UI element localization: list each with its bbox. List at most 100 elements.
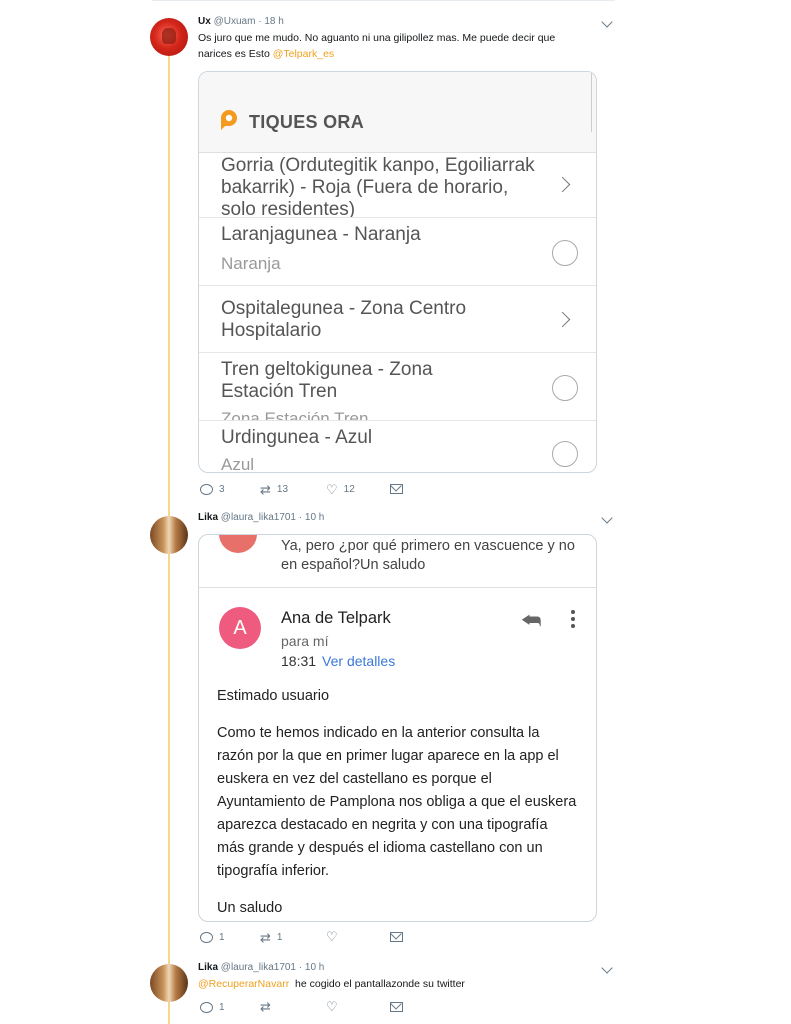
details-link[interactable]: Ver detalles bbox=[322, 653, 395, 669]
avatar[interactable] bbox=[150, 516, 188, 554]
telpark-screenshot[interactable]: TIQUES ORA Gorria (Ordutegitik kanpo, Eg… bbox=[198, 71, 597, 473]
tweet-text: @RecuperarNavarr he cogido el pantallazo… bbox=[198, 976, 465, 992]
author-name[interactable]: Lika bbox=[198, 962, 218, 973]
tweet-text-segment: narices es Esto bbox=[198, 48, 270, 60]
email-time-row: 18:31 Ver detalles bbox=[281, 653, 395, 669]
message-icon bbox=[390, 484, 403, 494]
like-count: 12 bbox=[343, 484, 355, 495]
chevron-right-icon[interactable] bbox=[554, 176, 571, 193]
reply-button[interactable]: 1 bbox=[200, 932, 225, 943]
sender-name: Ana de Telpark bbox=[281, 609, 391, 627]
retweet-button[interactable]: ⇄ 1 bbox=[260, 929, 283, 945]
tweet-text-line: Os juro que me mudo. No aguanto ni una g… bbox=[198, 32, 556, 44]
zone-row-tren[interactable]: Tren geltokigunea - Zona Estación Tren Z… bbox=[199, 353, 596, 421]
zone-subtitle: Naranja bbox=[221, 254, 281, 273]
chevron-down-icon[interactable] bbox=[601, 512, 613, 524]
previous-message: Ya, pero ¿por qué primero en vascuence y… bbox=[199, 535, 596, 583]
reply-icon bbox=[200, 1002, 213, 1013]
retweet-icon: ⇄ bbox=[260, 929, 271, 945]
message-button[interactable] bbox=[390, 484, 403, 494]
email-paragraph: Como te hemos indicado en la anterior co… bbox=[217, 725, 577, 879]
zone-row-azul[interactable]: Urdingunea - Azul Azul bbox=[199, 421, 596, 473]
retweet-icon: ⇄ bbox=[260, 481, 271, 497]
telpark-logo-icon bbox=[221, 110, 237, 130]
retweet-button[interactable]: ⇄ 13 bbox=[260, 481, 289, 497]
previous-message-text: Ya, pero ¿por qué primero en vascuence y… bbox=[281, 538, 575, 573]
tweet-header: Lika @laura_lika1701 · 10 h bbox=[198, 512, 324, 523]
tweet-lika-mention[interactable]: Lika @laura_lika1701 · 10 h @RecuperarNa… bbox=[150, 962, 615, 1022]
zone-row-naranja[interactable]: Laranjagunea - Naranja Naranja bbox=[199, 218, 596, 286]
separator-dot: · bbox=[298, 962, 303, 973]
tweet-text-segment: he cogido el pantallazonde su twitter bbox=[295, 978, 465, 990]
author-name[interactable]: Ux bbox=[198, 16, 211, 27]
reply-icon bbox=[200, 932, 213, 943]
telpark-header: TIQUES ORA bbox=[199, 72, 596, 153]
avatar bbox=[219, 535, 257, 553]
zone-subtitle: Zona Estación Tren bbox=[221, 409, 369, 421]
tweet-text: Os juro que me mudo. No aguanto ni una g… bbox=[198, 30, 555, 62]
email-signoff: Un saludo bbox=[217, 900, 283, 916]
more-vert-icon[interactable] bbox=[571, 607, 577, 631]
tweet-lika-email[interactable]: Lika @laura_lika1701 · 10 h Ya, pero ¿po… bbox=[150, 512, 615, 952]
email-time: 18:31 bbox=[281, 653, 317, 669]
retweet-button[interactable]: ⇄ bbox=[260, 1000, 271, 1013]
timeline: Ux @Uxuam · 18 h Os juro que me mudo. No… bbox=[0, 0, 791, 1024]
telpark-title: TIQUES ORA bbox=[249, 112, 365, 132]
author-handle[interactable]: @laura_lika1701 bbox=[221, 962, 296, 973]
reply-button[interactable]: 1 bbox=[200, 1002, 225, 1013]
radio-button[interactable] bbox=[552, 375, 578, 401]
like-icon: ♡ bbox=[326, 929, 338, 944]
email-greeting: Estimado usuario bbox=[217, 688, 330, 704]
reply-icon bbox=[200, 484, 213, 495]
tweet-text-line: narices es Esto @Telpark_es bbox=[198, 46, 555, 62]
radio-button[interactable] bbox=[552, 240, 578, 266]
chevron-down-icon[interactable] bbox=[601, 962, 613, 974]
avatar[interactable] bbox=[150, 964, 188, 1002]
tweet-time[interactable]: 10 h bbox=[305, 512, 324, 523]
tweet-time[interactable]: 18 h bbox=[264, 16, 283, 27]
reply-count: 1 bbox=[219, 1002, 225, 1013]
radio-button[interactable] bbox=[552, 441, 578, 467]
message-icon bbox=[390, 932, 403, 942]
zone-subtitle: Azul bbox=[221, 455, 255, 473]
retweet-count: 13 bbox=[276, 484, 289, 495]
chevron-right-icon[interactable] bbox=[554, 311, 571, 328]
like-button[interactable]: ♡ bbox=[326, 929, 338, 944]
tweet-time[interactable]: 10 h bbox=[305, 962, 324, 973]
reply-arrow-icon[interactable]: ⮪ bbox=[521, 610, 541, 632]
separator-dot: · bbox=[258, 16, 262, 27]
tweet-ux[interactable]: Ux @Uxuam · 18 h Os juro que me mudo. No… bbox=[150, 16, 615, 506]
author-handle[interactable]: @laura_lika1701 bbox=[221, 512, 296, 523]
like-button[interactable]: ♡ 12 bbox=[326, 481, 355, 497]
separator-dot: · bbox=[298, 512, 303, 523]
message-icon bbox=[390, 1002, 403, 1012]
divider bbox=[199, 587, 596, 588]
zone-name: Ospitalegunea - Zona Centro Hospitalario bbox=[221, 298, 467, 341]
avatar[interactable] bbox=[150, 18, 188, 56]
like-icon: ♡ bbox=[326, 999, 338, 1014]
chevron-down-icon[interactable] bbox=[601, 16, 613, 28]
zone-name: Tren geltokigunea - Zona Estación Tren bbox=[221, 359, 433, 402]
like-icon: ♡ bbox=[326, 481, 338, 497]
scrollbar[interactable] bbox=[591, 72, 596, 132]
timeline-top-border bbox=[152, 0, 615, 1]
retweet-count: 1 bbox=[276, 932, 283, 943]
recipient-label: para mí bbox=[281, 633, 329, 649]
reply-count: 3 bbox=[219, 484, 225, 495]
like-button[interactable]: ♡ bbox=[326, 999, 338, 1014]
tweet-header: Ux @Uxuam · 18 h bbox=[198, 16, 284, 27]
zone-row-hospital[interactable]: Ospitalegunea - Zona Centro Hospitalario bbox=[199, 286, 596, 353]
mention-link[interactable]: @Telpark_es bbox=[273, 48, 334, 60]
sender-avatar: A bbox=[219, 607, 261, 649]
reply-button[interactable]: 3 bbox=[200, 484, 225, 495]
zone-name: Gorria (Ordutegitik kanpo, Egoiliarrak b… bbox=[221, 155, 535, 218]
reply-count: 1 bbox=[219, 932, 225, 943]
zone-name: Laranjagunea - Naranja bbox=[221, 224, 421, 245]
mention-link[interactable]: @RecuperarNavarr bbox=[198, 978, 289, 990]
message-button[interactable] bbox=[390, 1002, 403, 1012]
zone-row-roja[interactable]: Gorria (Ordutegitik kanpo, Egoiliarrak b… bbox=[199, 153, 596, 218]
author-handle[interactable]: @Uxuam bbox=[214, 16, 256, 27]
email-screenshot[interactable]: Ya, pero ¿por qué primero en vascuence y… bbox=[198, 534, 597, 922]
message-button[interactable] bbox=[390, 932, 403, 942]
author-name[interactable]: Lika bbox=[198, 512, 218, 523]
